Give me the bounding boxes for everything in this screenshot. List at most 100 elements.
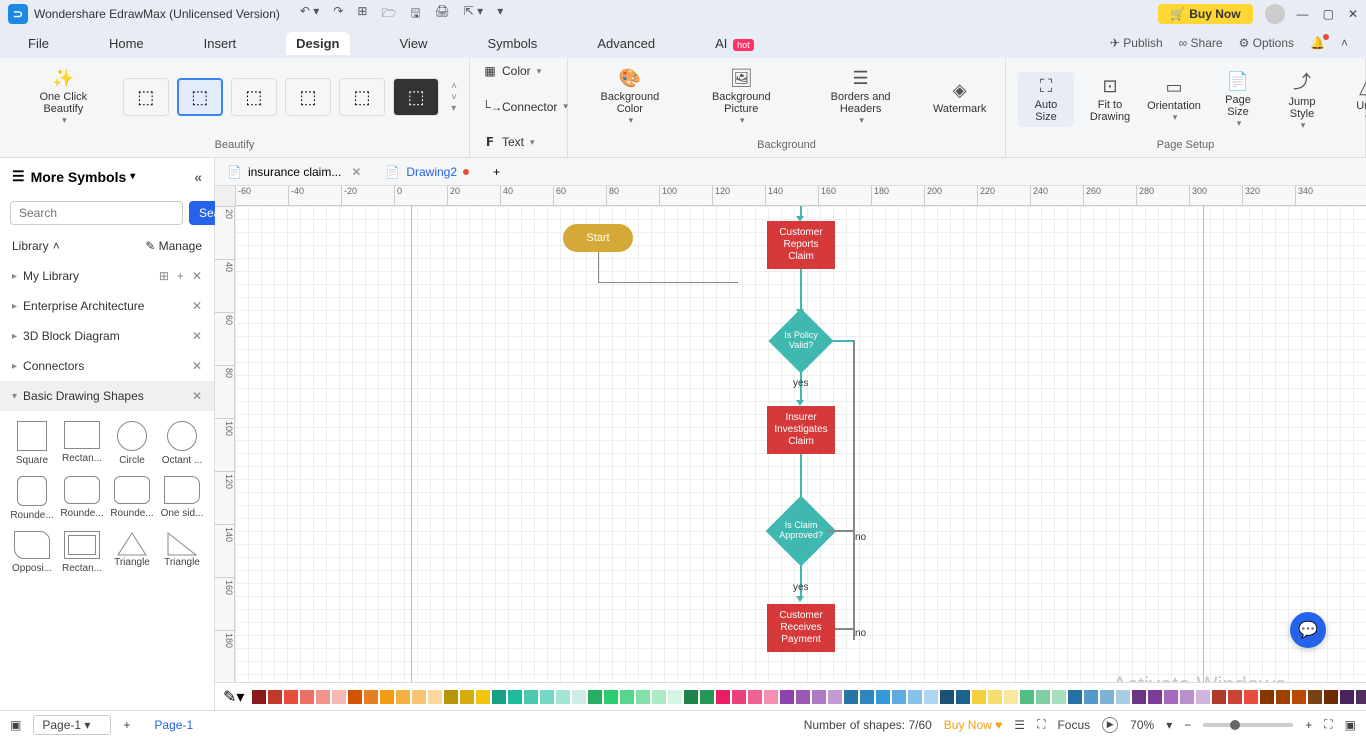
shape-circle[interactable]: Circle <box>110 421 154 466</box>
color-swatch[interactable] <box>604 690 618 704</box>
color-swatch[interactable] <box>364 690 378 704</box>
theme-1[interactable]: ⬚ <box>123 78 169 116</box>
borders-button[interactable]: ☰Borders and Headers▾ <box>803 64 918 130</box>
color-swatch[interactable] <box>572 690 586 704</box>
new-icon[interactable]: ⊞ <box>357 4 367 25</box>
color-swatch[interactable] <box>988 690 1002 704</box>
color-swatch[interactable] <box>1340 690 1354 704</box>
search-input[interactable] <box>10 201 183 225</box>
color-swatch[interactable] <box>684 690 698 704</box>
color-swatch[interactable] <box>636 690 650 704</box>
redo-icon[interactable]: ↷ <box>333 4 343 25</box>
shape-octant[interactable]: Octant ... <box>160 421 204 466</box>
chat-bubble-icon[interactable]: 💬 <box>1290 612 1326 648</box>
shape-triangle-2[interactable]: Triangle <box>160 531 204 574</box>
collapse-panel-icon[interactable]: « <box>194 169 202 185</box>
zoom-slider[interactable] <box>1203 723 1293 727</box>
color-swatch[interactable] <box>716 690 730 704</box>
save-icon[interactable]: 🖫 <box>410 4 420 25</box>
flow-node-investigates[interactable]: Insurer Investigates Claim <box>767 406 835 454</box>
color-swatch[interactable] <box>332 690 346 704</box>
menu-view[interactable]: View <box>390 32 438 55</box>
shape-triangle-1[interactable]: Triangle <box>110 531 154 574</box>
color-swatch[interactable] <box>796 690 810 704</box>
color-swatch[interactable] <box>700 690 714 704</box>
close-icon[interactable]: ✕ <box>192 359 202 373</box>
fit-page-icon[interactable]: ⛶ <box>1324 717 1332 732</box>
add-page-button[interactable]: + <box>123 718 130 732</box>
color-swatch[interactable] <box>1084 690 1098 704</box>
avatar[interactable] <box>1265 4 1285 24</box>
new-tab-button[interactable]: + <box>481 161 512 183</box>
my-library-section[interactable]: ▸ My Library ⊞+✕ <box>0 261 214 291</box>
theme-scroll-down[interactable]: ˅ <box>451 92 457 103</box>
page-size-button[interactable]: 📄Page Size▾ <box>1210 67 1266 133</box>
color-swatch[interactable] <box>1308 690 1322 704</box>
color-swatch[interactable] <box>508 690 522 704</box>
color-swatch[interactable] <box>396 690 410 704</box>
theme-6[interactable]: ⬚ <box>393 78 439 116</box>
play-icon[interactable]: ▶ <box>1102 717 1118 733</box>
fit-drawing-button[interactable]: ⊡Fit to Drawing <box>1082 72 1138 127</box>
canvas[interactable]: Start Customer Reports Claim Is Policy V… <box>235 206 1366 682</box>
bg-color-button[interactable]: 🎨Background Color▾ <box>580 64 680 130</box>
zoom-in-button[interactable]: + <box>1305 718 1312 732</box>
color-swatch[interactable] <box>1260 690 1274 704</box>
color-swatch[interactable] <box>540 690 554 704</box>
section-connectors[interactable]: ▸Connectors✕ <box>0 351 214 381</box>
tab-insurance[interactable]: 📄 insurance claim... ✕ <box>215 161 373 183</box>
shape-one-side[interactable]: One sid... <box>160 476 204 521</box>
library-label[interactable]: Library <box>12 239 49 253</box>
add-folder-icon[interactable]: ⊞ <box>159 269 169 283</box>
more-icon[interactable]: ▾ <box>497 4 503 25</box>
color-swatch[interactable] <box>1228 690 1242 704</box>
color-swatch[interactable] <box>1004 690 1018 704</box>
notification-icon[interactable]: 🔔 <box>1310 36 1325 50</box>
color-swatch[interactable] <box>1212 690 1226 704</box>
theme-more[interactable]: ▾ <box>451 103 457 114</box>
zoom-out-button[interactable]: − <box>1184 718 1191 732</box>
shape-rounded-2[interactable]: Rounde... <box>60 476 104 521</box>
section-basic-shapes[interactable]: ▾Basic Drawing Shapes✕ <box>0 381 214 411</box>
connector-dropdown[interactable]: └→Connector▾ <box>482 98 555 116</box>
menu-symbols[interactable]: Symbols <box>477 32 547 55</box>
color-swatch[interactable] <box>972 690 986 704</box>
color-swatch[interactable] <box>1020 690 1034 704</box>
color-swatch[interactable] <box>1356 690 1366 704</box>
chevron-up-icon[interactable]: ˄ <box>53 239 60 253</box>
panel-icon[interactable]: ▣ <box>10 718 21 732</box>
section-enterprise[interactable]: ▸Enterprise Architecture✕ <box>0 291 214 321</box>
jump-style-button[interactable]: ⤴Jump Style▾ <box>1274 64 1330 135</box>
zoom-level[interactable]: 70% <box>1130 718 1154 732</box>
color-swatch[interactable] <box>300 690 314 704</box>
color-swatch[interactable] <box>780 690 794 704</box>
color-swatch[interactable] <box>524 690 538 704</box>
orientation-button[interactable]: ▭Orientation▾ <box>1146 73 1202 127</box>
shape-rounded-3[interactable]: Rounde... <box>110 476 154 521</box>
color-swatch[interactable] <box>876 690 890 704</box>
open-icon[interactable]: 🗁 <box>381 4 396 25</box>
publish-button[interactable]: ✈ Publish <box>1110 36 1163 50</box>
color-swatch[interactable] <box>460 690 474 704</box>
color-swatch[interactable] <box>956 690 970 704</box>
close-icon[interactable]: ✕ <box>192 389 202 403</box>
close-icon[interactable]: ✕ <box>192 329 202 343</box>
color-swatch[interactable] <box>428 690 442 704</box>
eyedropper-icon[interactable]: ✎▾ <box>223 687 244 707</box>
flow-decision-policy[interactable]: Is Policy Valid? <box>768 308 833 373</box>
export-icon[interactable]: ⇱ ▾ <box>464 4 483 25</box>
color-swatch[interactable] <box>380 690 394 704</box>
color-swatch[interactable] <box>1164 690 1178 704</box>
color-swatch[interactable] <box>924 690 938 704</box>
shape-square[interactable]: Square <box>10 421 54 466</box>
theme-2[interactable]: ⬚ <box>177 78 223 116</box>
options-button[interactable]: ⚙ Options <box>1239 36 1294 50</box>
fit-width-icon[interactable]: ▣ <box>1345 718 1356 732</box>
color-swatch[interactable] <box>444 690 458 704</box>
theme-scroll-up[interactable]: ˄ <box>451 81 457 92</box>
color-swatch[interactable] <box>1132 690 1146 704</box>
page-dropdown[interactable]: Page-1 ▾ <box>33 715 111 735</box>
color-swatch[interactable] <box>620 690 634 704</box>
color-swatch[interactable] <box>652 690 666 704</box>
color-swatch[interactable] <box>588 690 602 704</box>
